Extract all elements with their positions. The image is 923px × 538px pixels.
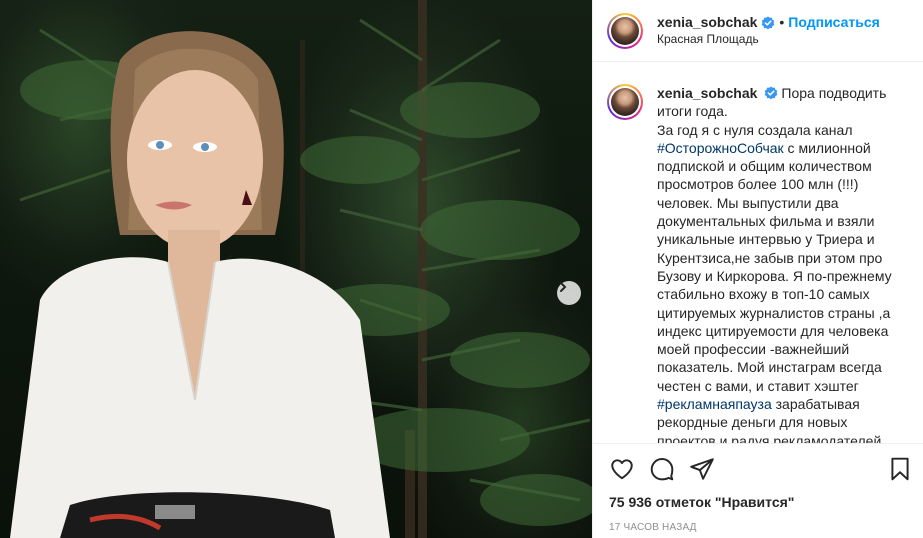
verified-badge-icon	[762, 16, 775, 30]
caption-username-link[interactable]: xenia_sobchak	[657, 85, 757, 101]
avatar[interactable]	[607, 12, 643, 49]
caption-part-3: с милионной подпиской и общим количество…	[657, 139, 892, 394]
caption-avatar[interactable]	[607, 84, 643, 120]
caption-text: xenia_sobchak Пора подводить итоги года. …	[657, 84, 897, 443]
action-bar	[593, 444, 923, 494]
save-button[interactable]	[887, 456, 913, 482]
post-sidebar: xenia_sobchak • Подписаться Красная Площ…	[592, 0, 923, 538]
like-button[interactable]	[609, 456, 635, 482]
post-photo[interactable]	[0, 0, 592, 538]
verified-badge-icon	[765, 86, 778, 100]
caption: xenia_sobchak Пора подводить итоги года. …	[607, 84, 911, 443]
username-link[interactable]: xenia_sobchak	[657, 14, 757, 32]
chevron-right-icon	[560, 282, 567, 292]
share-button[interactable]	[689, 456, 715, 482]
comment-button[interactable]	[649, 456, 675, 482]
likes-count[interactable]: 75 936 отметок "Нравится"	[593, 494, 923, 514]
share-icon	[690, 458, 714, 480]
comment-icon	[650, 458, 674, 481]
hashtag-link[interactable]: #ОсторожноСобчак	[657, 140, 784, 156]
comments-area[interactable]: xenia_sobchak Пора подводить итоги года. …	[593, 62, 923, 444]
heart-icon	[611, 459, 633, 480]
bookmark-icon	[891, 457, 909, 481]
caption-part-2: За год я с нуля создала канал	[657, 121, 853, 138]
separator-dot: •	[779, 14, 785, 31]
post-header: xenia_sobchak • Подписаться Красная Площ…	[593, 0, 923, 62]
photo-illustration	[10, 0, 592, 538]
next-image-button[interactable]	[557, 281, 581, 305]
location-link[interactable]: Красная Площадь	[657, 32, 880, 47]
post-timestamp[interactable]: 17 часов назад	[593, 514, 923, 533]
hashtag-link[interactable]: #рекламнаяпауза	[657, 396, 772, 412]
follow-button[interactable]: Подписаться	[788, 14, 880, 32]
